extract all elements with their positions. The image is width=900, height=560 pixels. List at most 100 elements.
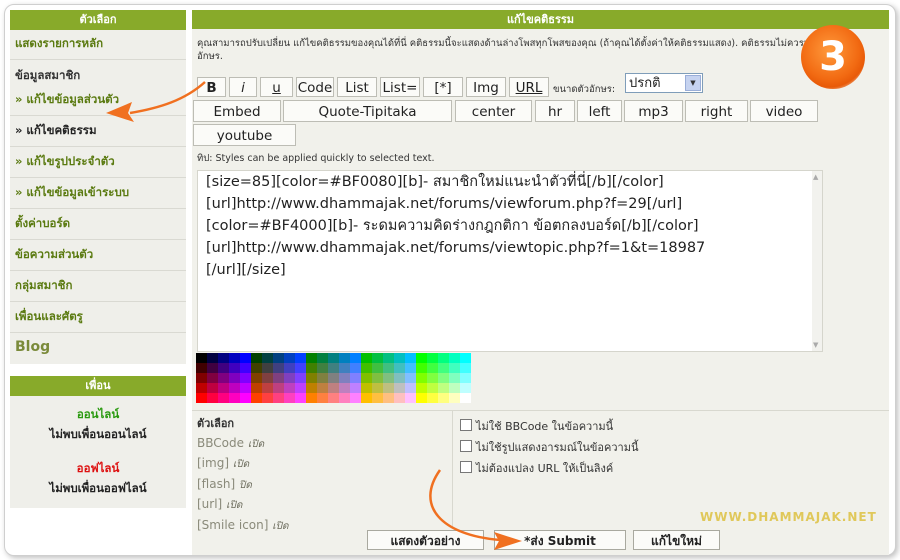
color-swatch[interactable] xyxy=(317,383,328,393)
color-swatch[interactable] xyxy=(295,393,306,403)
color-swatch[interactable] xyxy=(427,353,438,363)
color-swatch[interactable] xyxy=(460,373,471,383)
preview-button[interactable]: แสดงตัวอย่าง xyxy=(367,530,484,550)
color-swatch[interactable] xyxy=(339,393,350,403)
color-swatch[interactable] xyxy=(460,353,471,363)
color-swatch[interactable] xyxy=(273,383,284,393)
color-swatch[interactable] xyxy=(427,363,438,373)
color-swatch[interactable] xyxy=(207,353,218,363)
color-swatch[interactable] xyxy=(229,353,240,363)
scroll-down-icon[interactable]: ▼ xyxy=(813,341,818,349)
color-swatch[interactable] xyxy=(361,363,372,373)
color-swatch[interactable] xyxy=(405,393,416,403)
color-swatch[interactable] xyxy=(273,373,284,383)
color-swatch[interactable] xyxy=(361,373,372,383)
color-swatch[interactable] xyxy=(295,353,306,363)
color-swatch[interactable] xyxy=(207,363,218,373)
color-swatch[interactable] xyxy=(350,363,361,373)
color-swatch[interactable] xyxy=(229,373,240,383)
color-swatch[interactable] xyxy=(394,383,405,393)
color-swatch[interactable] xyxy=(295,383,306,393)
color-swatch[interactable] xyxy=(372,393,383,403)
color-swatch[interactable] xyxy=(438,373,449,383)
color-swatch[interactable] xyxy=(328,393,339,403)
color-swatch[interactable] xyxy=(394,393,405,403)
color-swatch[interactable] xyxy=(449,383,460,393)
color-swatch[interactable] xyxy=(350,373,361,383)
color-swatch[interactable] xyxy=(416,373,427,383)
color-swatch[interactable] xyxy=(207,383,218,393)
color-swatch[interactable] xyxy=(361,393,372,403)
color-swatch[interactable] xyxy=(394,353,405,363)
color-swatch[interactable] xyxy=(317,353,328,363)
disable-urls-checkbox[interactable] xyxy=(460,461,472,473)
color-swatch[interactable] xyxy=(251,363,262,373)
color-swatch[interactable] xyxy=(383,363,394,373)
color-swatch[interactable] xyxy=(196,353,207,363)
color-swatch[interactable] xyxy=(306,353,317,363)
color-swatch[interactable] xyxy=(240,383,251,393)
color-swatch[interactable] xyxy=(306,363,317,373)
color-swatch[interactable] xyxy=(284,363,295,373)
color-swatch[interactable] xyxy=(416,393,427,403)
color-swatch[interactable] xyxy=(306,383,317,393)
color-swatch[interactable] xyxy=(405,373,416,383)
disable-bbcode-checkbox[interactable] xyxy=(460,419,472,431)
color-swatch[interactable] xyxy=(449,393,460,403)
hr-button[interactable]: hr xyxy=(535,100,575,122)
color-swatch[interactable] xyxy=(284,353,295,363)
color-swatch[interactable] xyxy=(317,373,328,383)
color-swatch[interactable] xyxy=(416,363,427,373)
color-swatch[interactable] xyxy=(284,393,295,403)
color-swatch[interactable] xyxy=(196,373,207,383)
nav-main-index[interactable]: แสดงรายการหลัก xyxy=(10,32,186,56)
nav-edit-profile[interactable]: » แก้ไขข้อมูลส่วนตัว xyxy=(10,88,186,112)
color-swatch[interactable] xyxy=(251,373,262,383)
color-swatch[interactable] xyxy=(317,363,328,373)
color-swatch[interactable] xyxy=(196,363,207,373)
img-button[interactable]: Img xyxy=(466,77,506,97)
color-swatch[interactable] xyxy=(460,363,471,373)
reset-button[interactable]: แก้ไขใหม่ xyxy=(633,530,720,550)
quote-tipitaka-button[interactable]: Quote-Tipitaka xyxy=(283,100,452,122)
color-swatch[interactable] xyxy=(339,363,350,373)
color-swatch[interactable] xyxy=(273,363,284,373)
color-swatch[interactable] xyxy=(383,373,394,383)
color-swatch[interactable] xyxy=(317,393,328,403)
color-swatch[interactable] xyxy=(273,393,284,403)
color-swatch[interactable] xyxy=(405,363,416,373)
color-swatch[interactable] xyxy=(207,373,218,383)
color-swatch[interactable] xyxy=(284,383,295,393)
color-swatch[interactable] xyxy=(339,373,350,383)
color-swatch[interactable] xyxy=(372,353,383,363)
color-swatch[interactable] xyxy=(350,353,361,363)
color-palette[interactable] xyxy=(196,353,472,403)
color-swatch[interactable] xyxy=(262,393,273,403)
color-swatch[interactable] xyxy=(295,363,306,373)
color-swatch[interactable] xyxy=(328,383,339,393)
signature-textarea[interactable]: [size=85][color=#BF0080][b]- สมาชิกใหม่แ… xyxy=(197,170,823,352)
color-swatch[interactable] xyxy=(350,393,361,403)
nav-private-messages[interactable]: ข้อความส่วนตัว xyxy=(10,243,186,267)
code-button[interactable]: Code xyxy=(296,77,334,97)
left-button[interactable]: left xyxy=(577,100,622,122)
color-swatch[interactable] xyxy=(350,383,361,393)
color-swatch[interactable] xyxy=(438,363,449,373)
font-size-select[interactable]: ปรกติ ▼ xyxy=(625,73,703,93)
color-swatch[interactable] xyxy=(196,393,207,403)
color-swatch[interactable] xyxy=(218,383,229,393)
color-swatch[interactable] xyxy=(449,373,460,383)
color-swatch[interactable] xyxy=(306,373,317,383)
color-swatch[interactable] xyxy=(218,373,229,383)
color-swatch[interactable] xyxy=(218,393,229,403)
color-swatch[interactable] xyxy=(229,383,240,393)
color-swatch[interactable] xyxy=(306,393,317,403)
disable-urls-row[interactable]: ไม่ต้องแปลง URL ให้เป็นลิงค์ xyxy=(460,458,638,479)
nav-edit-signature[interactable]: » แก้ไขคติธรรม xyxy=(10,119,186,143)
color-swatch[interactable] xyxy=(427,373,438,383)
nav-edit-avatar[interactable]: » แก้ไขรูปประจำตัว xyxy=(10,150,186,174)
nav-edit-login[interactable]: » แก้ไขข้อมูลเข้าระบบ xyxy=(10,181,186,205)
color-swatch[interactable] xyxy=(251,383,262,393)
color-swatch[interactable] xyxy=(240,393,251,403)
disable-smilies-checkbox[interactable] xyxy=(460,440,472,452)
